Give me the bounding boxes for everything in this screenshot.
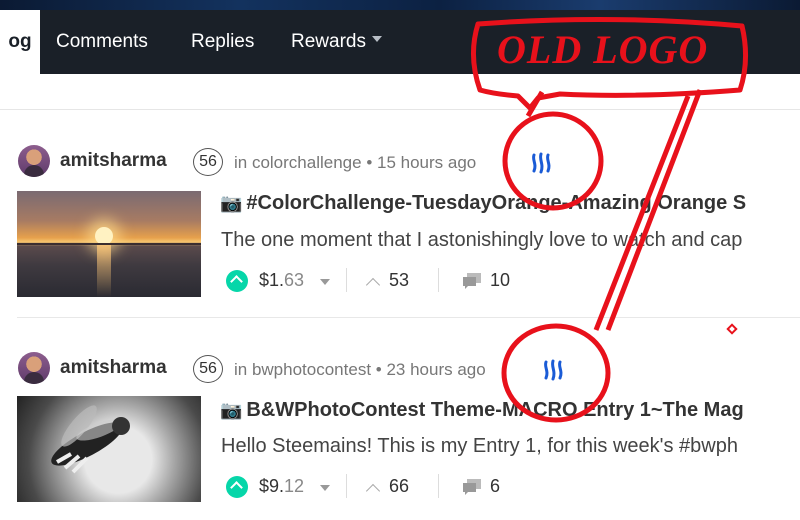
meta-separator: • [371,360,387,379]
tab-replies-label: Replies [191,31,255,52]
author-link[interactable]: amitsharma [60,150,167,172]
divider [438,474,439,498]
post-thumbnail[interactable] [17,396,201,502]
chevron-down-icon[interactable] [320,485,330,491]
tab-comments-label: Comments [56,31,148,52]
upvote-button[interactable] [226,270,248,292]
payout-value[interactable]: $1.63 [259,270,304,291]
payout-cents: 12 [284,476,305,496]
post-title-text: B&WPhotoContest Theme-MACRO Entry 1~The … [246,399,744,421]
payout-value[interactable]: $9.12 [259,476,304,497]
post-meta: in colorchallenge • 15 hours ago [234,153,476,173]
steem-logo-icon [544,359,563,381]
payout-main: $1. [259,270,285,290]
header-banner [0,0,800,10]
post-title-text: #ColorChallenge-TuesdayOrange-Amazing Or… [246,192,747,214]
post-excerpt[interactable]: Hello Steemains! This is my Entry 1, for… [221,435,738,458]
comment-count[interactable]: 6 [490,476,500,497]
chevron-down-icon[interactable] [320,279,330,285]
payout-cents: 63 [284,270,305,290]
tab-blog-label: og [8,31,32,52]
post-age[interactable]: 23 hours ago [386,360,485,379]
insect-illustration [51,405,130,474]
upvote-button[interactable] [226,476,248,498]
tab-rewards-label: Rewards [291,31,366,52]
chevron-up-icon [365,277,381,293]
page: og Comments Replies Rewards amitsharma 5… [0,0,800,520]
author-link[interactable]: amitsharma [60,357,167,379]
camera-icon: 📷 [220,400,243,420]
tab-replies[interactable]: Replies [191,10,254,74]
sun-reflection [97,245,111,297]
post-divider [17,317,800,318]
reputation-badge: 56 [193,355,223,383]
avatar[interactable] [18,145,50,177]
reputation-badge: 56 [193,148,223,176]
post-age[interactable]: 15 hours ago [377,153,476,172]
chevron-down-icon [371,36,382,42]
steem-logo-icon [532,152,551,174]
post-title[interactable]: 📷 B&WPhotoContest Theme-MACRO Entry 1~The… [220,399,744,422]
payout-main: $9. [259,476,285,496]
comment-icon[interactable] [462,272,482,290]
tab-rewards[interactable]: Rewards [291,10,382,74]
camera-icon: 📷 [220,193,243,213]
comment-icon[interactable] [462,478,482,496]
vote-count[interactable]: 53 [389,270,409,291]
annotation-label: OLD LOGO [497,27,709,72]
divider [346,474,347,498]
category-link[interactable]: in colorchallenge [234,153,362,172]
divider [438,268,439,292]
post-title[interactable]: 📷 #ColorChallenge-TuesdayOrange-Amazing O… [220,192,746,215]
vote-count[interactable]: 66 [389,476,409,497]
post-meta: in bwphotocontest • 23 hours ago [234,360,486,380]
comment-count[interactable]: 10 [490,270,510,291]
tab-blog[interactable]: og [0,10,40,74]
meta-separator: • [361,153,377,172]
category-link[interactable]: in bwphotocontest [234,360,371,379]
post-thumbnail[interactable] [17,191,201,297]
avatar[interactable] [18,352,50,384]
tab-comments[interactable]: Comments [56,10,148,74]
divider [346,268,347,292]
sub-bar [0,74,800,110]
post-excerpt[interactable]: The one moment that I astonishingly love… [221,229,742,252]
marker-dot [726,323,738,335]
chevron-up-icon [365,483,381,499]
